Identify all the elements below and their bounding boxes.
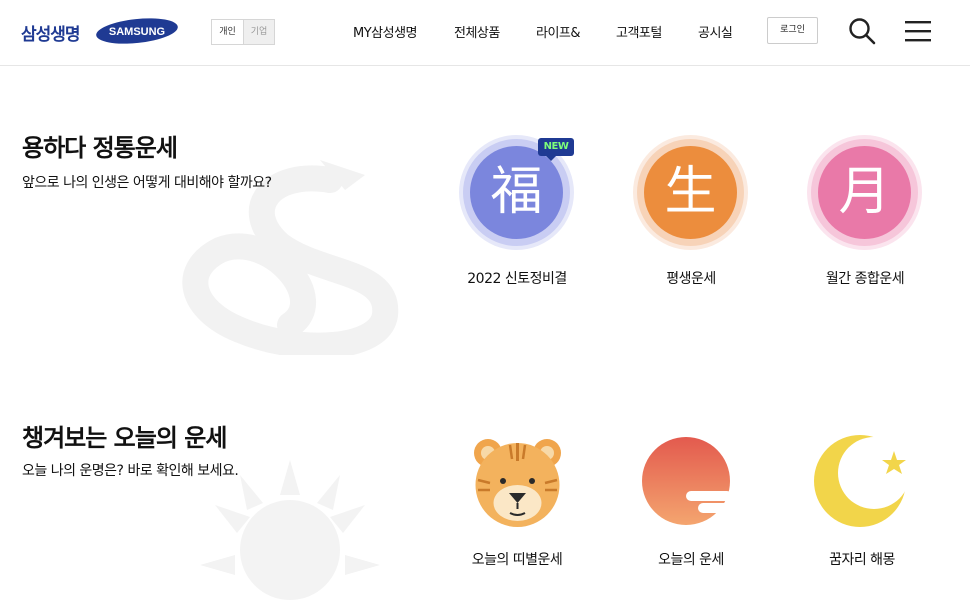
section-desc-traditional-fortune: 앞으로 나의 인생은 어떻게 대비해야 할까요?	[22, 175, 272, 191]
login-button[interactable]: 로그인	[767, 17, 818, 44]
section-title-daily-fortune: 챙겨보는 오늘의 운세	[22, 424, 227, 452]
brand-name[interactable]: 삼성생명	[21, 20, 81, 45]
nav-my-samsung-life[interactable]: MY삼성생명	[353, 22, 418, 41]
samsung-logo[interactable]: SAMSUNG	[95, 17, 179, 45]
fortune-label-lifetime: 평생운세	[666, 271, 716, 287]
fortune-label-today: 오늘의 운세	[658, 552, 724, 568]
nav-life[interactable]: 라이프&	[536, 22, 581, 41]
moon-star-icon	[812, 433, 912, 533]
section-desc-daily-fortune: 오늘 나의 운명은? 바로 확인해 보세요.	[22, 463, 239, 479]
wol-character-icon: 月	[818, 146, 911, 239]
nav-disclosure[interactable]: 공시실	[698, 22, 733, 41]
fortune-label-zodiac: 오늘의 띠별운세	[471, 552, 563, 568]
section-title-traditional-fortune: 용하다 정통운세	[22, 134, 178, 162]
customer-type-toggle: 개인 기업	[211, 19, 275, 45]
nav-all-products[interactable]: 전체상품	[454, 22, 500, 41]
fortune-label-dream: 꿈자리 해몽	[829, 552, 895, 568]
fortune-label-tojeong: 2022 신토정비결	[467, 271, 567, 287]
nav-customer-portal[interactable]: 고객포털	[616, 22, 662, 41]
sun-cloud-icon	[640, 435, 740, 530]
tiger-icon	[470, 435, 565, 530]
segment-business[interactable]: 기업	[243, 20, 274, 44]
segment-personal[interactable]: 개인	[212, 20, 243, 44]
search-icon[interactable]	[848, 17, 876, 45]
svg-text:SAMSUNG: SAMSUNG	[109, 26, 165, 38]
saeng-character-icon: 生	[644, 146, 737, 239]
new-badge: NEW	[538, 138, 574, 161]
site-header: 삼성생명 SAMSUNG 개인 기업 MY삼성생명 전체상품 라이프& 고객포털…	[0, 0, 970, 66]
fortune-label-monthly: 월간 종합운세	[825, 271, 905, 287]
menu-icon[interactable]	[905, 20, 931, 42]
